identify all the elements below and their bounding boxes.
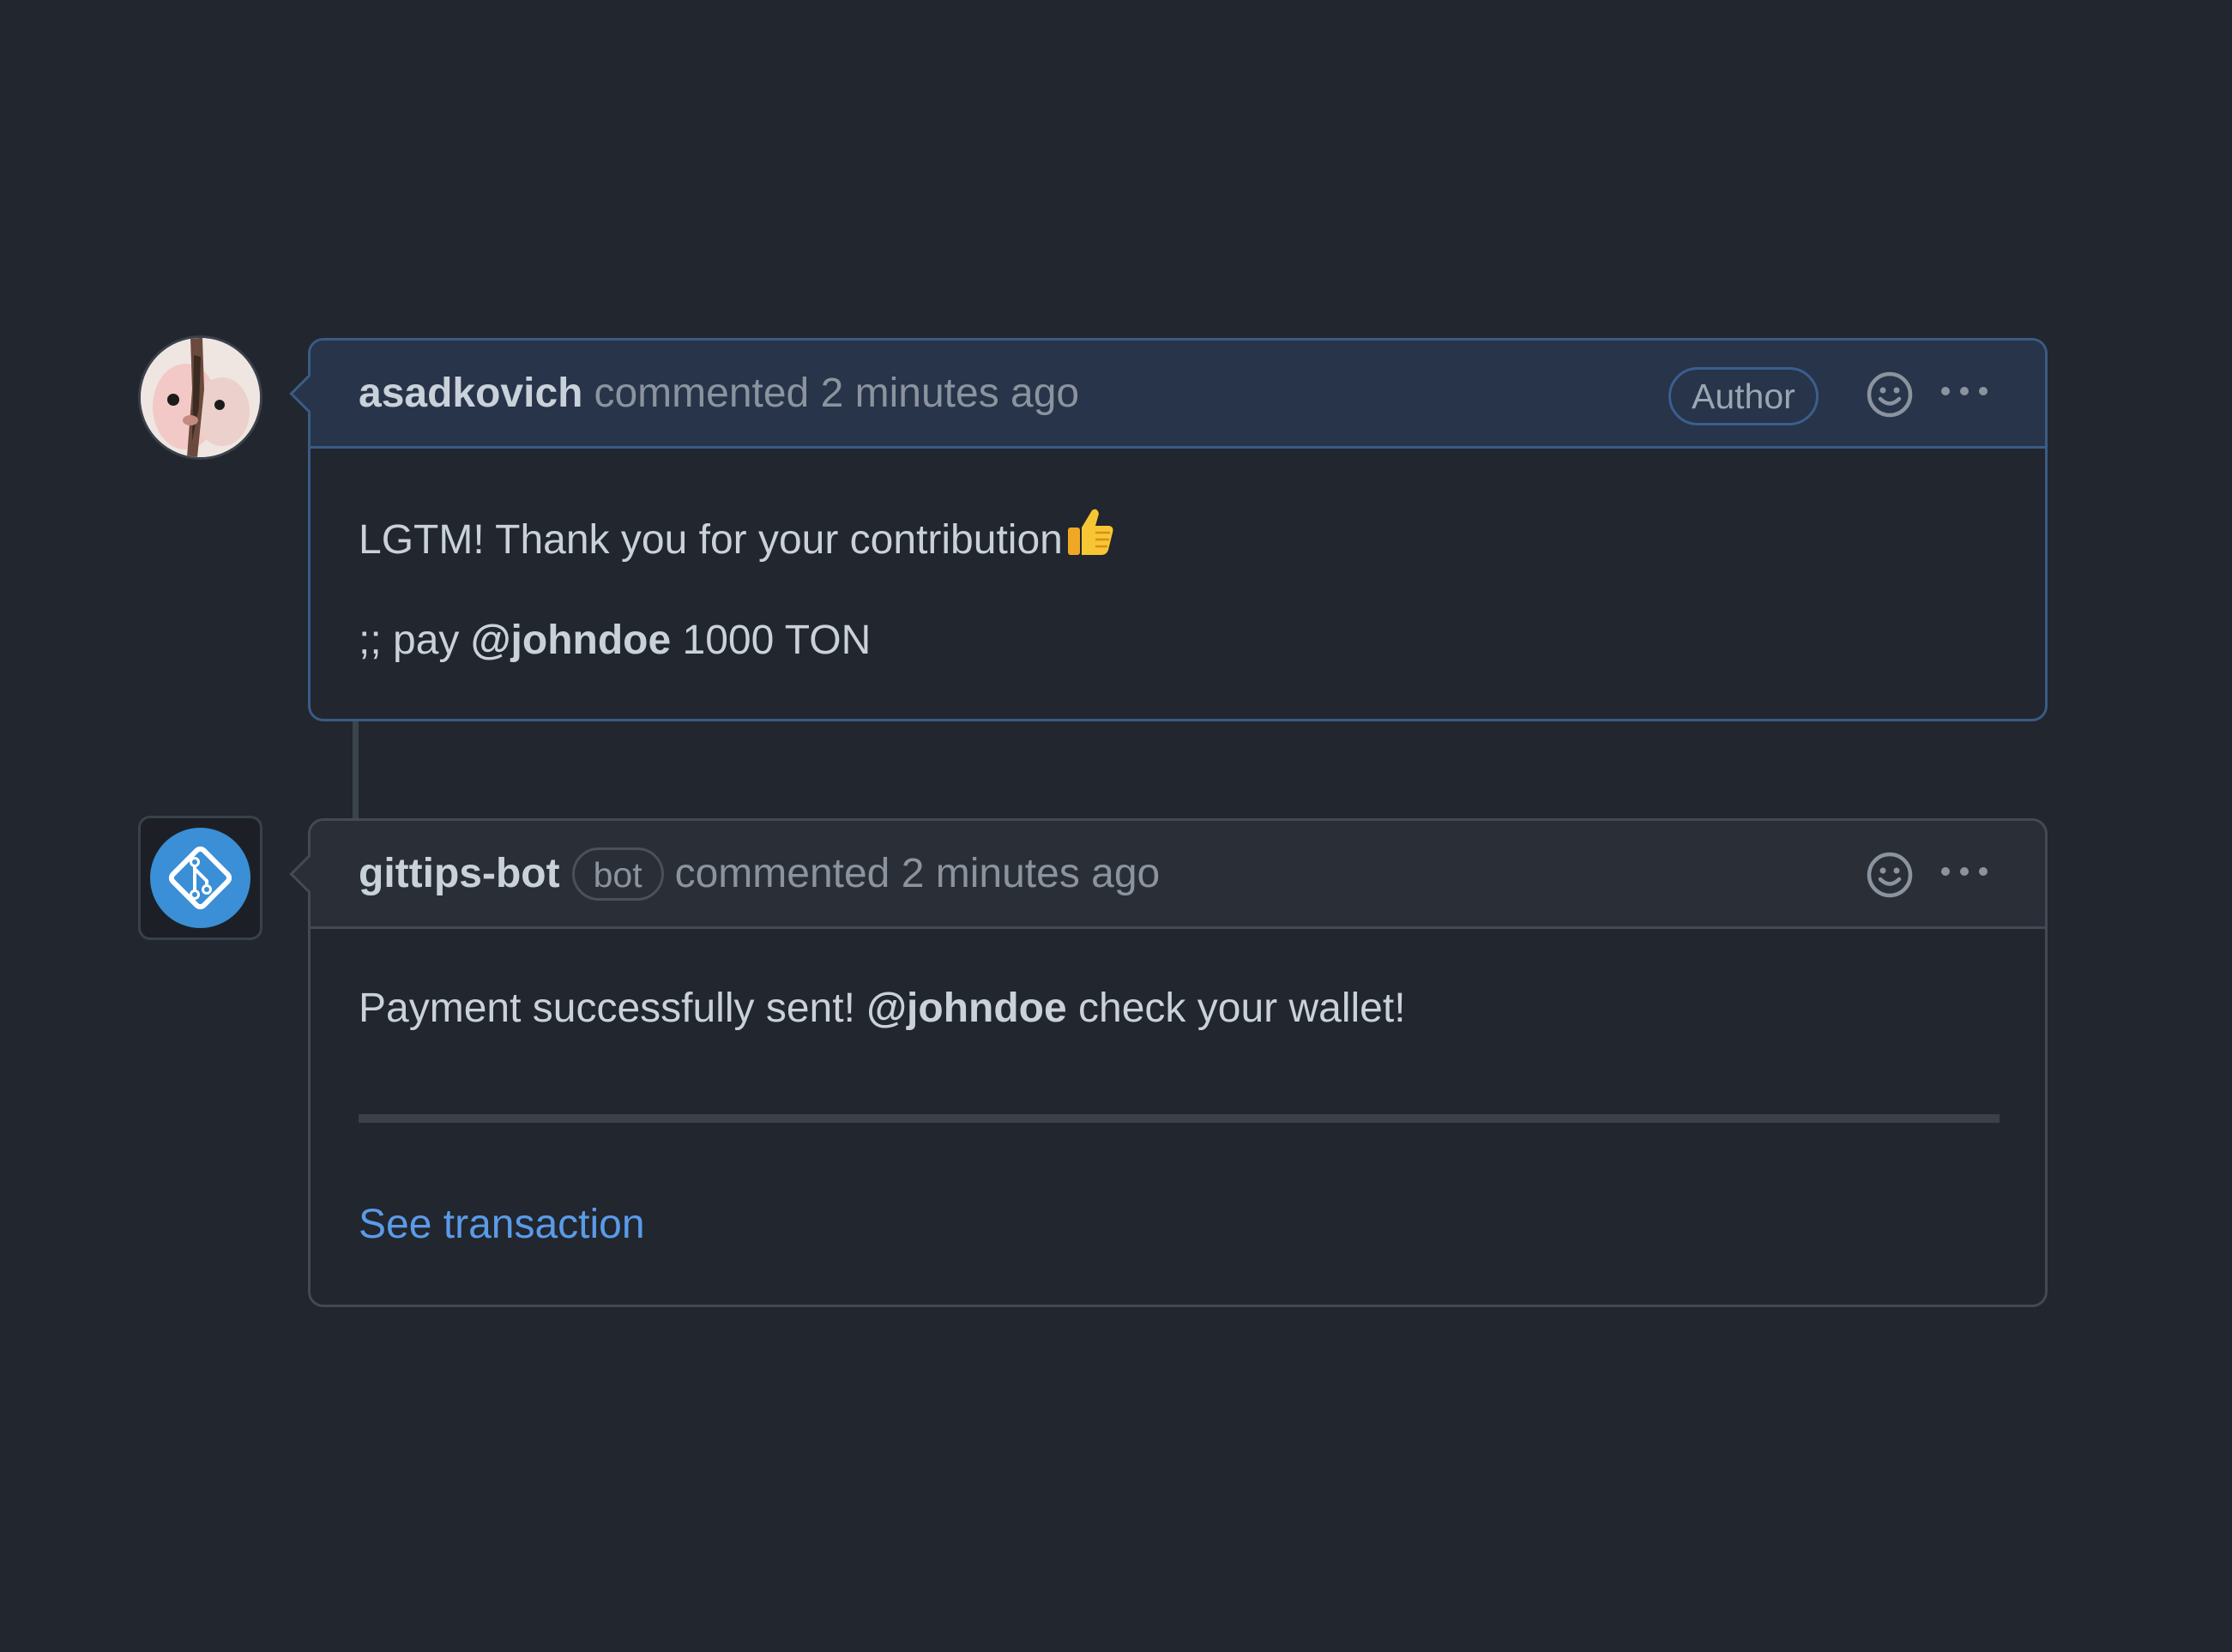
avatar[interactable] — [138, 335, 262, 460]
kebab-horizontal-icon[interactable] — [1939, 381, 1990, 401]
mention-link[interactable]: @johndoe — [866, 986, 1066, 1031]
comment-text: LGTM! Thank you for your contribution — [359, 517, 1063, 563]
kebab-horizontal-icon[interactable] — [1939, 861, 1990, 882]
mention-link[interactable]: @johndoe — [471, 618, 671, 663]
smiley-icon[interactable] — [1866, 371, 1914, 419]
comment-timestamp[interactable]: commented 2 minutes ago — [675, 850, 1161, 897]
payment-text-suffix: check your wallet! — [1078, 986, 1406, 1031]
user-avatar-image — [141, 338, 260, 457]
comment-username[interactable]: gittips-bot — [359, 850, 560, 897]
horizontal-rule — [359, 1114, 2000, 1123]
see-transaction-link[interactable]: See transaction — [359, 1201, 645, 1248]
timeline-connector — [353, 719, 359, 820]
comment-header: asadkovich commented 2 minutes ago Autho… — [311, 341, 2045, 449]
smiley-icon[interactable] — [1866, 851, 1914, 899]
comment-timestamp[interactable]: commented 2 minutes ago — [594, 370, 1079, 417]
comment-username[interactable]: asadkovich — [359, 370, 582, 417]
pay-command-prefix: ;; pay — [359, 618, 460, 663]
payment-text: Payment successfully sent! — [359, 986, 855, 1031]
pay-amount: 1000 TON — [682, 618, 872, 663]
author-badge: Author — [1668, 367, 1819, 425]
comment-author: asadkovich commented 2 minutes ago Autho… — [289, 338, 2048, 721]
comment-text-line: LGTM! Thank you for your contribution — [359, 505, 1116, 564]
bot-badge: bot — [571, 847, 664, 901]
comment-bot: gittips-bot bot commented 2 minutes ago … — [289, 818, 2048, 1307]
comment-header: gittips-bot bot commented 2 minutes ago — [311, 821, 2045, 929]
pay-command-line: ;; pay @johndoe 1000 TON — [359, 617, 871, 664]
payment-message: Payment successfully sent! @johndoe chec… — [359, 985, 1406, 1032]
git-diamond-icon — [150, 828, 250, 928]
thumbs-up-icon — [1067, 509, 1113, 555]
bot-avatar[interactable] — [138, 816, 262, 940]
